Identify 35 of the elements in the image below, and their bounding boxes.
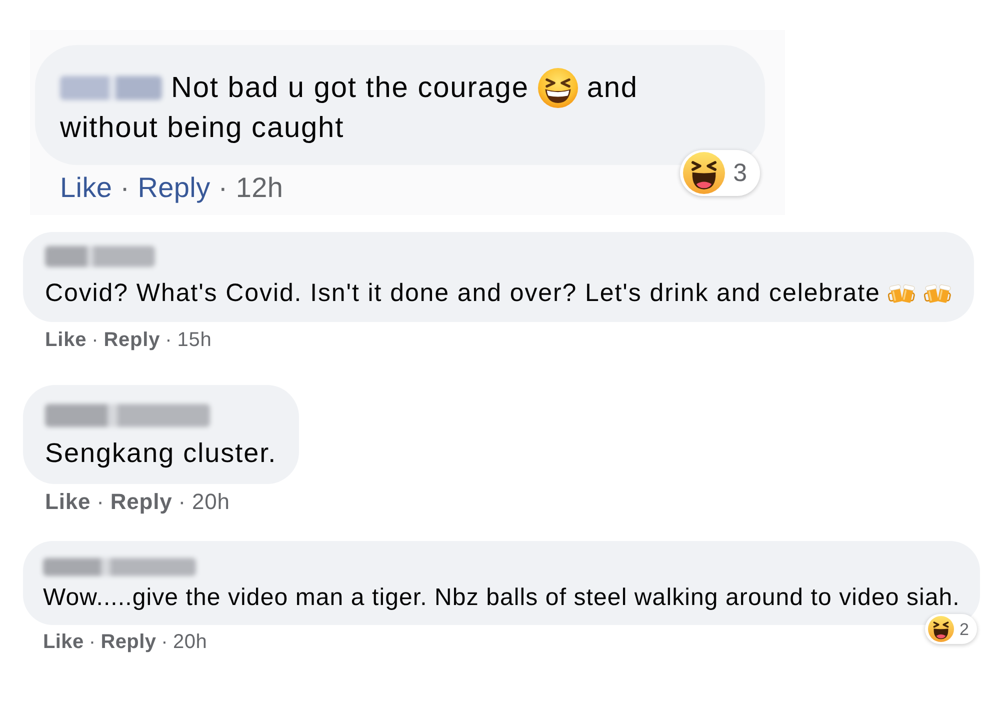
separator-dot: · <box>218 171 228 205</box>
timestamp: 12h <box>236 171 284 205</box>
reaction-count: 2 <box>959 620 969 638</box>
reaction-badge[interactable]: 3 <box>680 150 760 196</box>
separator-dot: · <box>161 630 168 654</box>
timestamp: 20h <box>192 489 230 515</box>
comment-text: Wow.....give the video man a tiger. Nbz balls of steel walking around to video siah. <box>43 584 960 612</box>
separator-dot: · <box>92 328 99 352</box>
beer-mugs-icon <box>888 282 916 304</box>
comment-text: Sengkang cluster. <box>45 437 277 470</box>
action-link[interactable]: Like <box>43 630 84 654</box>
comment-text: Not bad u got the courage <box>171 71 529 106</box>
grinning-face-icon <box>538 68 578 108</box>
timestamp: 20h <box>173 630 208 654</box>
action-link[interactable]: Like <box>60 171 112 205</box>
separator-dot: · <box>120 171 130 205</box>
action-link[interactable]: Reply <box>110 489 172 515</box>
reaction-count: 3 <box>733 160 747 186</box>
action-link[interactable]: Like <box>45 328 87 352</box>
separator-dot: · <box>165 328 172 352</box>
laughing-face-icon <box>683 152 726 194</box>
comment-text: Covid? What's Covid. Isn't it done and over? Let's drink and celebrate <box>45 278 880 308</box>
beer-mugs-icon <box>924 282 952 304</box>
action-link[interactable]: Reply <box>100 630 156 654</box>
separator-dot: · <box>96 489 104 515</box>
comment-text: without being caught <box>60 111 344 146</box>
reaction-badge[interactable]: 2 <box>925 614 977 644</box>
action-link[interactable]: Like <box>45 489 91 515</box>
separator-dot: · <box>178 489 186 515</box>
separator-dot: · <box>88 630 96 654</box>
timestamp: 15h <box>177 328 212 352</box>
action-link[interactable]: Reply <box>104 328 160 352</box>
action-link[interactable]: Reply <box>138 171 210 205</box>
laughing-face-icon <box>928 616 954 642</box>
comment-text: and <box>586 71 638 106</box>
